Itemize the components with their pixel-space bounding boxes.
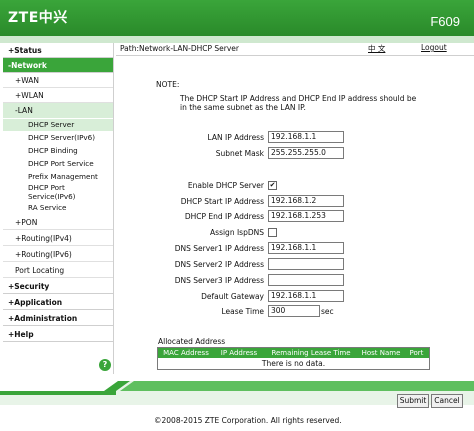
allocated-address-title: Allocated Address	[158, 337, 226, 346]
lease-time-label: Lease Time	[221, 307, 264, 316]
assign-ispdns-label: Assign IspDNS	[210, 228, 264, 237]
sidebar-item-routing-ipv4[interactable]: +Routing(IPv4)	[3, 231, 113, 246]
allocated-address-table: MAC Address IP Address Remaining Lease T…	[157, 347, 430, 370]
sidebar-item-administration[interactable]: +Administration	[3, 311, 113, 326]
dns2-label: DNS Server2 IP Address	[174, 260, 264, 269]
sidebar-item-application[interactable]: +Application	[3, 295, 113, 310]
device-model: F609	[430, 14, 460, 29]
sidebar-item-lan[interactable]: -LAN	[3, 103, 113, 118]
logout-link[interactable]: Logout	[421, 43, 447, 52]
sidebar-item-label: Service(IPv6)	[28, 192, 76, 201]
dhcp-start-ip-field[interactable]: 192.168.1.2	[268, 195, 344, 207]
sidebar-item-wan[interactable]: +WAN	[3, 73, 113, 88]
sidebar-item-pon[interactable]: +PON	[3, 215, 113, 230]
note-title: NOTE:	[156, 80, 180, 89]
assign-ispdns-checkbox[interactable]	[268, 228, 277, 237]
sidebar-item-security[interactable]: +Security	[3, 279, 113, 294]
copyright: ©2008-2015 ZTE Corporation. All rights r…	[154, 416, 342, 425]
default-gateway-field[interactable]: 192.168.1.1	[268, 290, 344, 302]
sidebar-item-dhcp-binding[interactable]: DHCP Binding	[3, 145, 113, 157]
sidebar-item-port-locating[interactable]: Port Locating	[3, 263, 113, 278]
column-header-lease: Remaining Lease Time	[271, 349, 351, 357]
breadcrumb: Path:Network-LAN-DHCP Server	[120, 44, 239, 53]
column-header-port: Port	[409, 349, 424, 357]
sidebar-item-dhcp-port-service[interactable]: DHCP Port Service	[3, 158, 113, 170]
sidebar-item-help[interactable]: +Help	[3, 327, 113, 342]
breadcrumb-bar: Path:Network-LAN-DHCP Server 中 文 Logout	[116, 43, 474, 56]
subnet-mask-label: Subnet Mask	[215, 149, 264, 158]
dhcp-end-ip-field[interactable]: 192.168.1.253	[268, 210, 344, 222]
enable-dhcp-checkbox[interactable]: ✔	[268, 181, 277, 190]
header: ZTE中兴 F609	[0, 0, 474, 36]
enable-dhcp-label: Enable DHCP Server	[187, 181, 264, 190]
sidebar-item-dhcp-server[interactable]: DHCP Server	[3, 119, 113, 131]
dns1-field[interactable]: 192.168.1.1	[268, 242, 344, 254]
subnet-mask-field[interactable]: 255.255.255.0	[268, 147, 344, 159]
sidebar-item-label: DHCP Port	[28, 183, 65, 192]
sidebar-item-wlan[interactable]: +WLAN	[3, 88, 113, 103]
sidebar-item-routing-ipv6[interactable]: +Routing(IPv6)	[3, 247, 113, 262]
cancel-button[interactable]: Cancel	[431, 394, 463, 408]
dns3-label: DNS Server3 IP Address	[174, 276, 264, 285]
column-header-host: Host Name	[361, 349, 401, 357]
note-text: The DHCP Start IP Address and DHCP End I…	[180, 94, 417, 112]
lan-ip-label: LAN IP Address	[207, 133, 264, 142]
table-header: MAC Address IP Address Remaining Lease T…	[158, 348, 429, 358]
lease-time-unit: sec	[321, 307, 334, 316]
column-header-mac: MAC Address	[163, 349, 209, 357]
sidebar-item-network[interactable]: -Network	[3, 58, 113, 73]
dns1-label: DNS Server1 IP Address	[174, 244, 264, 253]
dns3-field[interactable]	[268, 274, 344, 286]
sidebar-item-dhcp-port-service-ipv6[interactable]: DHCP Port Service(IPv6)	[3, 183, 113, 201]
column-header-ip: IP Address	[220, 349, 258, 357]
language-link[interactable]: 中 文	[368, 43, 385, 54]
sidebar-item-status[interactable]: +Status	[3, 43, 113, 58]
dns2-field[interactable]	[268, 258, 344, 270]
lease-time-field[interactable]: 300	[268, 305, 320, 317]
dhcp-start-ip-label: DHCP Start IP Address	[180, 197, 264, 206]
dhcp-end-ip-label: DHCP End IP Address	[184, 212, 264, 221]
submit-button[interactable]: Submit	[397, 394, 429, 408]
zte-logo: ZTE中兴	[8, 10, 68, 26]
sidebar: +Status -Network +WAN +WLAN -LAN DHCP Se…	[3, 43, 114, 374]
sidebar-item-prefix-management[interactable]: Prefix Management	[3, 171, 113, 183]
default-gateway-label: Default Gateway	[201, 292, 264, 301]
table-empty-row: There is no data.	[261, 359, 326, 368]
sidebar-item-ra-service[interactable]: RA Service	[3, 202, 113, 214]
help-icon[interactable]: ?	[99, 359, 111, 371]
lan-ip-field[interactable]: 192.168.1.1	[268, 131, 344, 143]
header-divider	[0, 36, 474, 43]
sidebar-item-dhcp-server-ipv6[interactable]: DHCP Server(IPv6)	[3, 132, 113, 144]
